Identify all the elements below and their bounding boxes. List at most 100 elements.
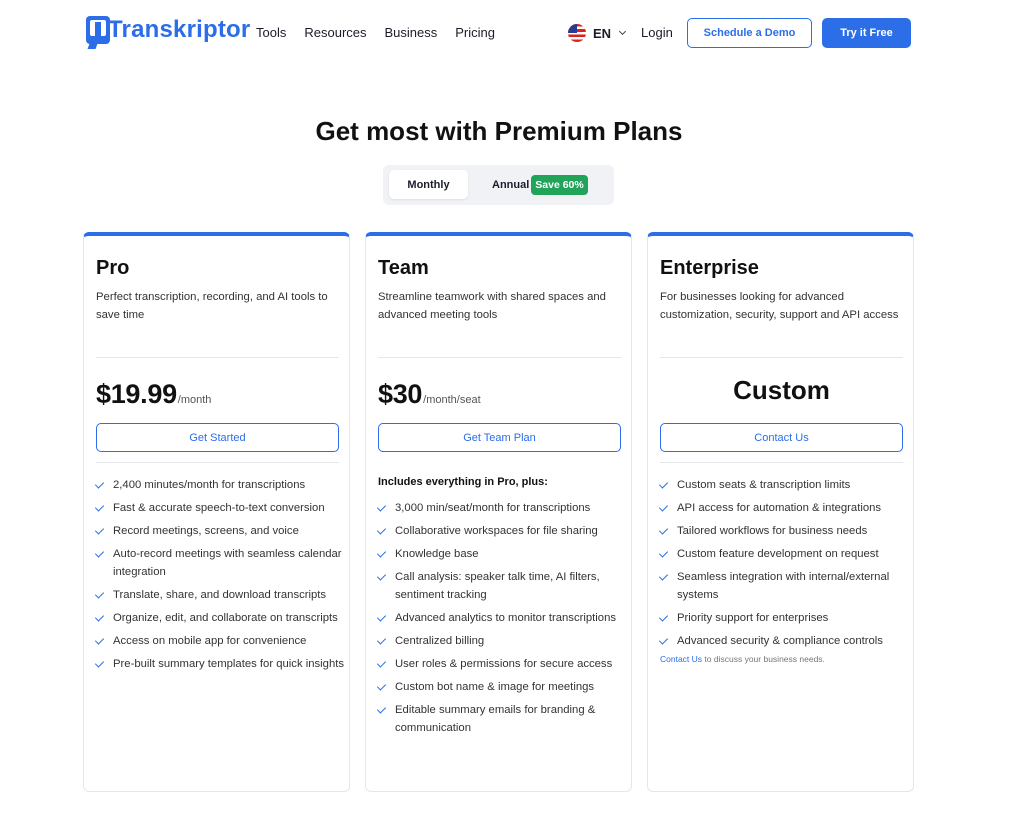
feature-item: Collaborative workspaces for file sharin…	[376, 522, 628, 540]
login-link[interactable]: Login	[641, 25, 673, 40]
feature-item: Priority support for enterprises	[658, 609, 910, 627]
footnote-text: to discuss your business needs.	[704, 654, 825, 664]
feature-item: Auto-record meetings with seamless calen…	[94, 545, 346, 581]
feature-item: Custom seats & transcription limits	[658, 476, 910, 494]
check-icon	[376, 704, 387, 714]
feature-list: 2,400 minutes/month for transcriptions F…	[94, 476, 346, 678]
check-icon	[376, 658, 387, 668]
feature-item: Translate, share, and download transcrip…	[94, 586, 346, 604]
annual-toggle-option[interactable]: Annual	[492, 179, 529, 191]
check-icon	[658, 525, 669, 535]
schedule-demo-button[interactable]: Schedule a Demo	[687, 18, 812, 48]
price-unit: /month	[177, 394, 212, 406]
price-amount: $19.99	[96, 379, 177, 409]
divider	[660, 357, 903, 358]
main-nav: Tools Resources Business Pricing	[256, 25, 495, 40]
check-icon	[376, 502, 387, 512]
feature-item: Custom bot name & image for meetings	[376, 678, 628, 696]
price-amount: $30	[378, 379, 423, 409]
check-icon	[94, 658, 105, 668]
feature-item: Seamless integration with internal/exter…	[658, 568, 910, 604]
plan-name: Pro	[96, 257, 130, 279]
feature-item: Advanced analytics to monitor transcript…	[376, 609, 628, 627]
check-icon	[376, 612, 387, 622]
divider	[96, 357, 339, 358]
check-icon	[376, 525, 387, 535]
feature-item: Centralized billing	[376, 632, 628, 650]
check-icon	[94, 479, 105, 489]
feature-item: Tailored workflows for business needs	[658, 522, 910, 540]
check-icon	[658, 612, 669, 622]
price-unit: /month/seat	[423, 394, 481, 406]
plan-card-enterprise: Enterprise For businesses looking for ad…	[647, 232, 914, 792]
feature-item: Call analysis: speaker talk time, AI fil…	[376, 568, 628, 604]
check-icon	[376, 635, 387, 645]
feature-item: 3,000 min/seat/month for transcriptions	[376, 499, 628, 517]
feature-item: Record meetings, screens, and voice	[94, 522, 346, 540]
feature-item: Editable summary emails for branding & c…	[376, 701, 628, 737]
feature-item: Fast & accurate speech-to-text conversio…	[94, 499, 346, 517]
logo-text: Transkriptor	[108, 16, 251, 43]
enterprise-footnote: Contact Us to discuss your business need…	[660, 654, 825, 664]
plan-card-team: Team Streamline teamwork with shared spa…	[365, 232, 632, 792]
check-icon	[658, 635, 669, 645]
feature-item: API access for automation & integrations	[658, 499, 910, 517]
feature-item: 2,400 minutes/month for transcriptions	[94, 476, 346, 494]
get-started-button[interactable]: Get Started	[96, 423, 339, 452]
plan-description: Perfect transcription, recording, and AI…	[96, 291, 328, 321]
feature-item: User roles & permissions for secure acce…	[376, 655, 628, 673]
us-flag-icon	[568, 24, 586, 42]
check-icon	[94, 612, 105, 622]
check-icon	[376, 548, 387, 558]
feature-item: Access on mobile app for convenience	[94, 632, 346, 650]
plan-price: $30 /month/seat	[378, 379, 481, 410]
check-icon	[658, 571, 669, 581]
feature-item: Custom feature development on request	[658, 545, 910, 563]
check-icon	[94, 502, 105, 512]
features-intro: Includes everything in Pro, plus:	[378, 476, 548, 488]
nav-tools[interactable]: Tools	[256, 25, 286, 40]
try-free-button[interactable]: Try it Free	[822, 18, 911, 48]
check-icon	[376, 681, 387, 691]
plan-price: $19.99 /month	[96, 379, 211, 410]
site-header: Transkriptor Tools Resources Business Pr…	[0, 0, 1024, 66]
check-icon	[94, 548, 105, 558]
feature-item: Advanced security & compliance controls	[658, 632, 910, 650]
plan-name: Enterprise	[660, 257, 759, 279]
save-badge: Save 60%	[531, 175, 588, 195]
divider	[96, 462, 339, 463]
feature-item: Organize, edit, and collaborate on trans…	[94, 609, 346, 627]
check-icon	[376, 571, 387, 581]
feature-list: 3,000 min/seat/month for transcriptions …	[376, 499, 628, 742]
monthly-toggle-option[interactable]: Monthly	[389, 170, 468, 199]
logo[interactable]: Transkriptor	[86, 16, 251, 49]
plan-card-pro: Pro Perfect transcription, recording, an…	[83, 232, 350, 792]
page-title: Get most with Premium Plans	[315, 116, 683, 146]
plan-description: For businesses looking for advanced cust…	[660, 291, 899, 321]
get-team-plan-button[interactable]: Get Team Plan	[378, 423, 621, 452]
language-label: EN	[593, 25, 612, 41]
feature-list: Custom seats & transcription limits API …	[658, 476, 910, 655]
check-icon	[94, 525, 105, 535]
check-icon	[658, 502, 669, 512]
check-icon	[658, 548, 669, 558]
contact-us-link[interactable]: Contact Us	[660, 654, 702, 664]
plan-name: Team	[378, 257, 429, 279]
price-custom: Custom	[733, 375, 830, 405]
nav-business[interactable]: Business	[385, 25, 438, 40]
billing-toggle: Monthly Annual Save 60%	[383, 165, 614, 205]
nav-pricing[interactable]: Pricing	[455, 25, 495, 40]
check-icon	[94, 589, 105, 599]
check-icon	[94, 635, 105, 645]
feature-item: Pre-built summary templates for quick in…	[94, 655, 346, 673]
nav-resources[interactable]: Resources	[304, 25, 366, 40]
feature-item: Knowledge base	[376, 545, 628, 563]
language-selector[interactable]: EN	[568, 24, 627, 42]
divider	[660, 462, 903, 463]
divider	[378, 357, 621, 358]
chevron-down-icon	[619, 27, 627, 36]
check-icon	[658, 479, 669, 489]
contact-us-button[interactable]: Contact Us	[660, 423, 903, 452]
logo-mark-icon	[86, 16, 110, 49]
plan-description: Streamline teamwork with shared spaces a…	[378, 291, 606, 321]
